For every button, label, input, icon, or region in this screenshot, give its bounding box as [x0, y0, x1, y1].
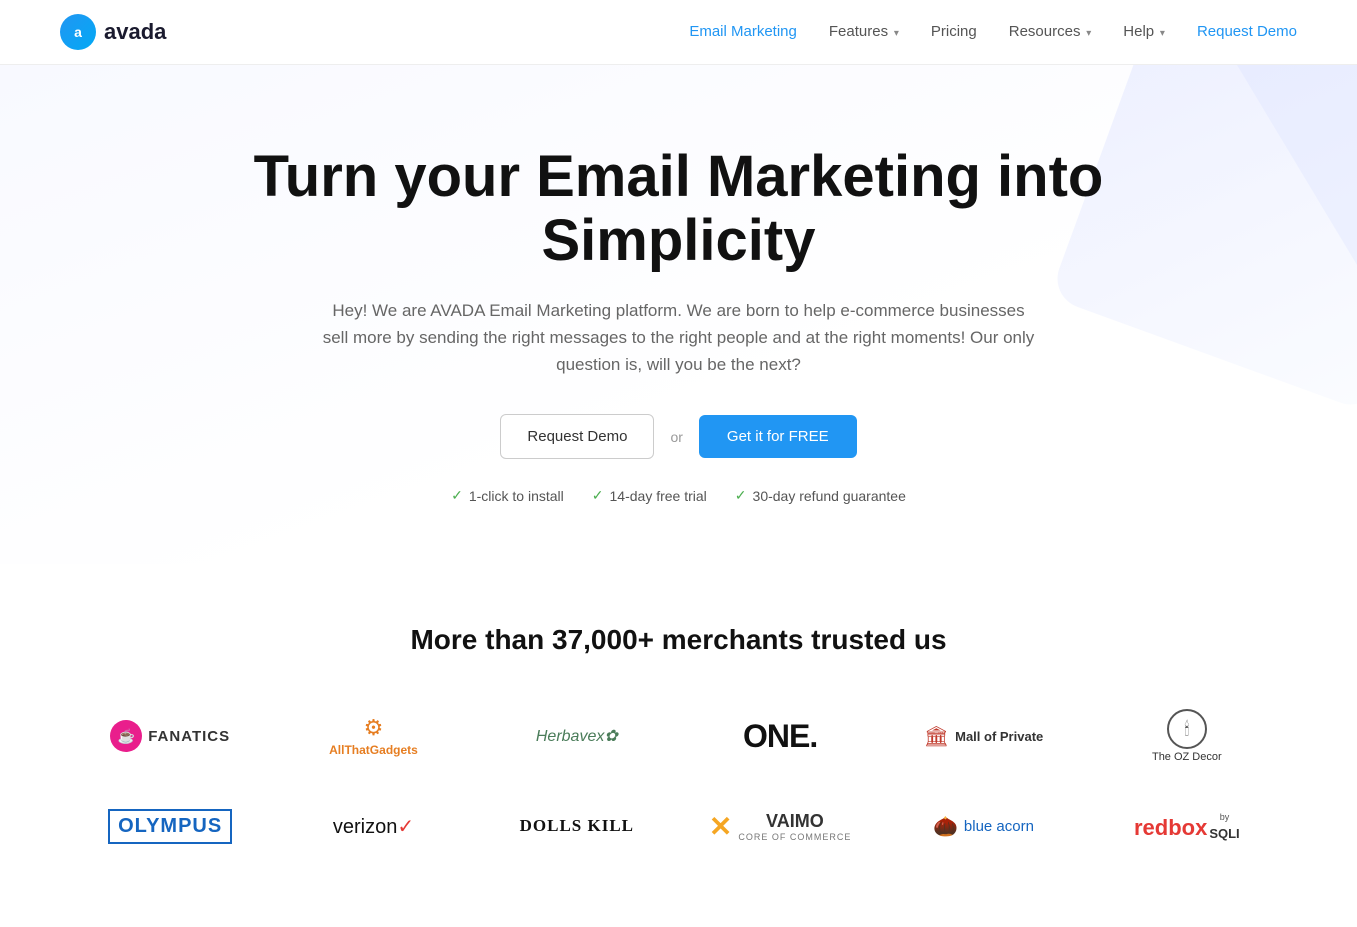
- get-free-button[interactable]: Get it for FREE: [699, 415, 857, 458]
- brand-logo-grid-row2: OLYMPUS verizon✓ DOLLS KILL ✕ VAIMO core…: [79, 796, 1279, 856]
- brand-mallofprivate: 🏛 Mall of Private: [892, 706, 1075, 766]
- vaimo-label: VAIMO: [738, 811, 851, 832]
- hero-headline: Turn your Email Marketing into Simplicit…: [229, 145, 1129, 273]
- ozdecor-circle-icon: 🕯: [1167, 709, 1207, 749]
- brand-olympus: OLYMPUS: [79, 796, 262, 856]
- hero-subheadline: Hey! We are AVADA Email Marketing platfo…: [319, 297, 1039, 379]
- main-nav: a avada Email Marketing Features ▾ Prici…: [0, 0, 1357, 65]
- check-install: ✓ 1-click to install: [451, 487, 564, 504]
- redbox-sqli-label: SQLI: [1209, 826, 1239, 841]
- check-refund: ✓ 30-day refund guarantee: [735, 487, 906, 504]
- one-label: ONE.: [743, 718, 817, 755]
- nav-item-help[interactable]: Help ▾: [1123, 23, 1165, 41]
- request-demo-button[interactable]: Request Demo: [500, 414, 654, 459]
- dollskill-label: DOLLS KILL: [520, 816, 634, 836]
- herbavex-label: Herbavex✿: [536, 726, 618, 746]
- brand-fanatics: ☕ FANATICS: [79, 706, 262, 766]
- nav-links: Email Marketing Features ▾ Pricing Resou…: [689, 23, 1297, 41]
- checkmark-icon: ✓: [451, 487, 463, 504]
- mall-label: Mall of Private: [955, 729, 1043, 744]
- blueacorn-icon: 🌰: [933, 814, 958, 839]
- hero-content: Turn your Email Marketing into Simplicit…: [40, 145, 1317, 504]
- trusted-heading: More than 37,000+ merchants trusted us: [40, 624, 1317, 656]
- brand-one: ONE.: [688, 706, 871, 766]
- nav-item-resources[interactable]: Resources ▾: [1009, 23, 1092, 41]
- brand-logo-grid-row1: ☕ FANATICS ⚙ AllThatGadgets Herbavex✿ ON…: [79, 706, 1279, 766]
- brand-logo[interactable]: a avada: [60, 14, 166, 50]
- brand-dollskill: DOLLS KILL: [485, 796, 668, 856]
- or-separator: or: [670, 429, 682, 445]
- brand-ozdecor: 🕯 The OZ Decor: [1095, 706, 1278, 766]
- redbox-by-label: by: [1209, 812, 1239, 822]
- verizon-label: verizon✓: [333, 814, 414, 839]
- verizon-check-icon: ✓: [397, 816, 414, 838]
- brand-allthatgadgets: ⚙ AllThatGadgets: [282, 706, 465, 766]
- redbox-main-label: redbox: [1134, 815, 1207, 841]
- trusted-section: More than 37,000+ merchants trusted us ☕…: [0, 564, 1357, 896]
- vaimo-sub-label: core of commerce: [738, 832, 851, 842]
- brand-herbavex: Herbavex✿: [485, 706, 668, 766]
- vaimo-x-icon: ✕: [709, 810, 732, 843]
- ozdecor-label: The OZ Decor: [1152, 751, 1222, 763]
- hero-section: Turn your Email Marketing into Simplicit…: [0, 65, 1357, 564]
- nav-item-pricing[interactable]: Pricing: [931, 23, 977, 41]
- fanatics-label: FANATICS: [148, 728, 230, 745]
- brand-icon: a: [60, 14, 96, 50]
- blueacorn-label: blue acorn: [964, 818, 1034, 835]
- hero-feature-checks: ✓ 1-click to install ✓ 14-day free trial…: [40, 487, 1317, 504]
- chevron-down-icon: ▾: [891, 28, 899, 39]
- brand-name: avada: [104, 19, 166, 45]
- brand-blueacorn: 🌰 blue acorn: [892, 796, 1075, 856]
- brand-redbox: redbox by SQLI: [1095, 796, 1278, 856]
- brand-verizon: verizon✓: [282, 796, 465, 856]
- check-trial: ✓ 14-day free trial: [592, 487, 707, 504]
- brand-vaimo: ✕ VAIMO core of commerce: [688, 796, 871, 856]
- olympus-label: OLYMPUS: [108, 809, 232, 844]
- chevron-down-icon: ▾: [1157, 28, 1165, 39]
- checkmark-icon: ✓: [592, 487, 604, 504]
- allthat-label: AllThatGadgets: [329, 743, 418, 757]
- fanatics-heart-icon: ☕: [110, 720, 142, 752]
- nav-item-email-marketing[interactable]: Email Marketing: [689, 23, 797, 41]
- nav-item-features[interactable]: Features ▾: [829, 23, 899, 41]
- hero-buttons: Request Demo or Get it for FREE: [40, 414, 1317, 459]
- allthat-icon: ⚙: [364, 715, 384, 741]
- chevron-down-icon: ▾: [1083, 28, 1091, 39]
- mall-icon: 🏛: [924, 724, 949, 749]
- checkmark-icon: ✓: [735, 487, 747, 504]
- nav-item-request-demo[interactable]: Request Demo: [1197, 23, 1297, 41]
